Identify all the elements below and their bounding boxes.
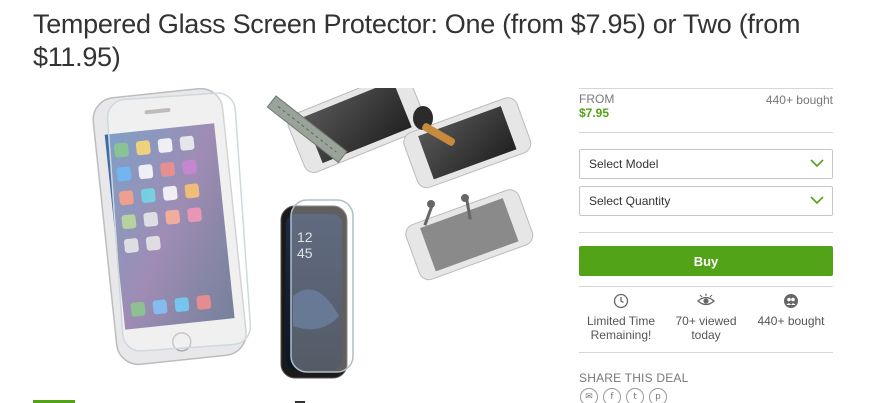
bought-count: 440+ bought bbox=[765, 93, 833, 107]
stat-viewed: 70+ viewed today bbox=[661, 293, 751, 342]
chevron-down-icon bbox=[810, 159, 824, 168]
pinterest-icon[interactable]: p bbox=[649, 388, 667, 403]
stat-viewed-line1: 70+ viewed bbox=[675, 314, 737, 328]
image-thumbnail-strip bbox=[33, 398, 563, 403]
twitter-icon[interactable]: t bbox=[626, 388, 644, 403]
people-icon bbox=[784, 294, 798, 308]
from-label: FROM bbox=[579, 92, 615, 106]
deal-stats: Limited Time Remaining! 70+ viewed today bbox=[579, 293, 833, 345]
deal-page: Tempered Glass Screen Protector: One (fr… bbox=[0, 0, 894, 403]
share-label: SHARE THIS DEAL bbox=[579, 371, 689, 385]
select-model-dropdown[interactable]: Select Model bbox=[579, 149, 833, 179]
chevron-down-icon bbox=[810, 196, 824, 205]
divider bbox=[579, 286, 833, 287]
select-quantity-label: Select Quantity bbox=[589, 194, 671, 208]
stat-limited-time: Limited Time Remaining! bbox=[576, 293, 666, 342]
divider bbox=[579, 132, 833, 133]
stat-time-line2: Remaining! bbox=[590, 328, 652, 342]
price-row: FROM $7.95 440+ bought bbox=[579, 90, 833, 120]
glass-sheet bbox=[106, 92, 252, 352]
deal-title: Tempered Glass Screen Protector: One (fr… bbox=[33, 9, 801, 72]
stat-time-line1: Limited Time bbox=[586, 314, 656, 328]
product-photo: 12 45 bbox=[92, 88, 534, 379]
select-model-label: Select Model bbox=[589, 157, 659, 171]
mail-icon[interactable]: ✉ bbox=[580, 388, 598, 403]
share-icons: ✉ f t p bbox=[579, 388, 699, 403]
stat-bought-text: 440+ bought bbox=[757, 314, 825, 328]
divider bbox=[579, 352, 833, 353]
eye-icon bbox=[697, 293, 715, 306]
divider bbox=[579, 88, 833, 89]
divider bbox=[579, 232, 833, 233]
buy-button[interactable]: Buy bbox=[579, 246, 833, 276]
curved-glass bbox=[290, 199, 354, 373]
facebook-icon[interactable]: f bbox=[603, 388, 621, 403]
clock-icon bbox=[613, 293, 629, 309]
stat-viewed-line2: today bbox=[691, 328, 721, 342]
stat-bought: 440+ bought bbox=[746, 293, 836, 328]
phone-mid-right bbox=[405, 189, 534, 281]
price: $7.95 bbox=[579, 106, 610, 120]
select-quantity-dropdown[interactable]: Select Quantity bbox=[579, 186, 833, 216]
product-image[interactable]: 12 45 bbox=[33, 88, 563, 398]
